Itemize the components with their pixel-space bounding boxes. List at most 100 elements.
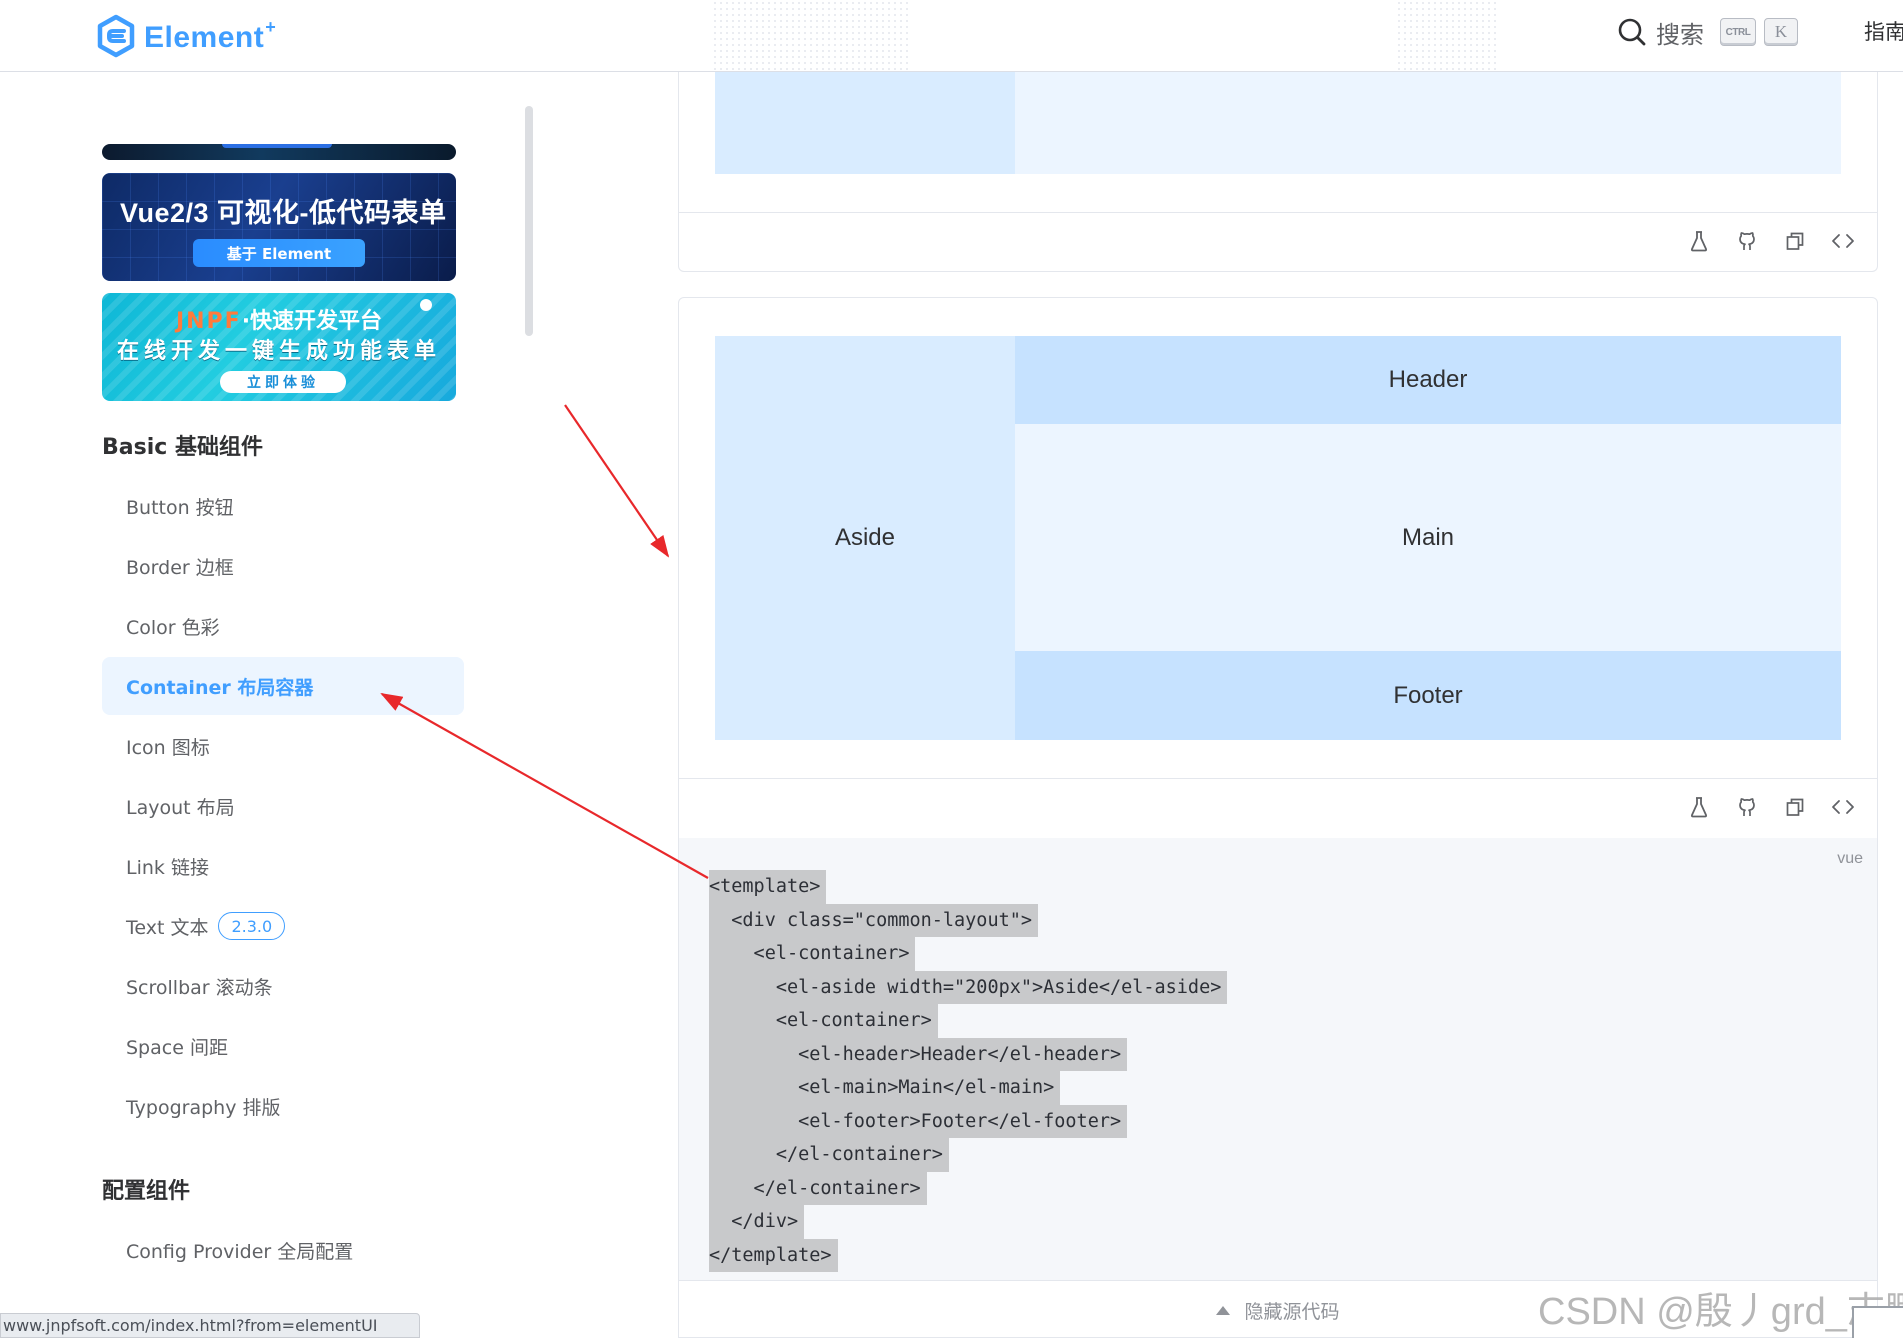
sidebar-item-label: Scrollbar 滚动条 (126, 976, 273, 999)
corner-widget-icon[interactable] (1852, 1306, 1903, 1338)
element-plus-logo[interactable]: Element+ (96, 10, 276, 62)
code-line: <el-container> (709, 1004, 1227, 1038)
sidebar-item-label: Container 布局容器 (126, 676, 314, 699)
playground-icon[interactable] (1687, 229, 1711, 253)
code-line: <el-main>Main</el-main> (709, 1071, 1227, 1105)
demo-card-previous (678, 72, 1878, 272)
logo-text: Element (144, 21, 265, 54)
code-text: <template> (709, 870, 827, 904)
sidebar-item-label: Color 色彩 (126, 616, 220, 639)
group-title-basic: Basic 基础组件 (102, 435, 263, 460)
code-line: <el-container> (709, 937, 1227, 971)
code-icon[interactable] (1831, 229, 1855, 253)
demo-main-strip (1015, 72, 1841, 174)
code-text: <el-main>Main</el-main> (709, 1071, 1061, 1105)
banner-brand: JNPF (175, 309, 242, 334)
code-line: <el-header>Header</el-header> (709, 1037, 1227, 1071)
sidebar-scrollbar[interactable] (525, 106, 533, 336)
copy-icon[interactable] (1783, 229, 1807, 253)
sidebar-item-space[interactable]: Space 间距 (102, 1017, 464, 1075)
code-text: <el-aside width="200px">Aside</el-aside> (709, 970, 1228, 1004)
code-text: </el-container> (709, 1138, 949, 1172)
code-line: </div> (709, 1205, 1227, 1239)
code-line: </el-container> (709, 1138, 1227, 1172)
top-navbar: Element+ 搜索 CTRL K 指南 (0, 0, 1903, 72)
csdn-watermark: CSDN @殷丿grd_志鹏 (1538, 1291, 1903, 1333)
code-line: <el-footer>Footer</el-footer> (709, 1104, 1227, 1138)
sidebar-item-label: Link 链接 (126, 856, 209, 879)
sidebar-item-button[interactable]: Button 按钮 (102, 477, 464, 535)
sidebar-item-label: Config Provider 全局配置 (126, 1240, 354, 1263)
sidebar-item-label: Space 间距 (126, 1036, 228, 1059)
logo-plus: + (265, 17, 277, 37)
code-line: </el-container> (709, 1171, 1227, 1205)
sidebar-item-label: Button 按钮 (126, 496, 234, 519)
demo-card-container: Aside Header Main Footer vue <template> … (678, 297, 1878, 1338)
code-text: <el-header>Header</el-header> (709, 1037, 1128, 1071)
banner-button: 基于 Element (193, 239, 365, 267)
code-line: </template> (709, 1238, 1227, 1272)
container-layout-demo: Aside Header Main Footer (715, 336, 1841, 740)
demo-actions-bar (679, 778, 1877, 838)
code-text: <el-footer>Footer</el-footer> (709, 1104, 1128, 1138)
banner-subtitle: ·快速开发平台 (241, 309, 383, 334)
sidebar-item-label: Text 文本 (126, 916, 209, 939)
copy-icon[interactable] (1783, 795, 1807, 819)
code-line: <template> (709, 870, 1227, 904)
code-line: <el-aside width="200px">Aside</el-aside> (709, 970, 1228, 1004)
sidebar-ad-banner-1[interactable] (102, 144, 456, 160)
sidebar-item-link[interactable]: Link 链接 (102, 837, 464, 895)
demo-actions-bar (679, 212, 1877, 272)
code-text: <div class="common-layout"> (709, 903, 1039, 937)
annotation-arrow-to-demo (564, 404, 670, 558)
version-badge: 2.3.0 (218, 912, 286, 940)
sidebar: Vue2/3 可视化-低代码表单 基于 Element JNPF·快速开发平台 … (0, 72, 540, 1338)
hide-source-label: 隐藏源代码 (1244, 1301, 1340, 1323)
code-text: </el-container> (709, 1171, 927, 1205)
sidebar-item-label: Icon 图标 (126, 736, 210, 759)
nav-link-guide[interactable]: 指南 (1864, 16, 1903, 46)
sidebar-item-border[interactable]: Border 边框 (102, 537, 464, 595)
code-text: </div> (709, 1205, 805, 1239)
sidebar-item-scrollbar[interactable]: Scrollbar 滚动条 (102, 957, 464, 1015)
sidebar-item-label: Layout 布局 (126, 796, 235, 819)
code-language-label: vue (1837, 850, 1863, 867)
demo-header: Header (1015, 336, 1841, 424)
sidebar-ad-banner-jnpf[interactable]: JNPF·快速开发平台 在线开发一键生成功能表单 立即体验 (102, 293, 456, 401)
shortcut-k-key: K (1764, 18, 1798, 46)
navbar-dot-pattern (712, 0, 908, 70)
code-lines: <template> <div class="common-layout"> <… (709, 870, 1228, 1272)
sidebar-item-icon[interactable]: Icon 图标 (102, 717, 464, 775)
demo-aside: Aside (715, 336, 1015, 740)
github-icon[interactable] (1735, 795, 1759, 819)
caret-up-icon (1216, 1306, 1231, 1315)
github-icon[interactable] (1735, 229, 1759, 253)
sidebar-item-typography[interactable]: Typography 排版 (102, 1077, 464, 1135)
shortcut-ctrl-key: CTRL (1720, 18, 1756, 46)
playground-icon[interactable] (1687, 795, 1711, 819)
code-text: <el-container> (709, 937, 916, 971)
code-icon[interactable] (1831, 795, 1855, 819)
sidebar-item-label: Border 边框 (126, 556, 234, 579)
code-text: </template> (709, 1238, 838, 1272)
source-code-block[interactable]: vue <template> <div class="common-layout… (679, 838, 1877, 1280)
code-text: <el-container> (709, 1004, 938, 1038)
banner-slogan: 在线开发一键生成功能表单 (116, 338, 441, 364)
search-label: 搜索 (1656, 20, 1704, 49)
search-button[interactable]: 搜索 CTRL K (1616, 12, 1798, 52)
demo-footer: Footer (1015, 651, 1841, 740)
sidebar-item-text[interactable]: Text 文本 2.3.0 (102, 897, 464, 955)
search-icon (1618, 18, 1646, 46)
sidebar-item-layout[interactable]: Layout 布局 (102, 777, 464, 835)
group-title-config: 配置组件 (102, 1179, 191, 1204)
browser-status-url: www.jnpfsoft.com/index.html?from=element… (0, 1313, 420, 1338)
sidebar-item-config-provider[interactable]: Config Provider 全局配置 (102, 1221, 464, 1279)
sidebar-item-container[interactable]: Container 布局容器 (102, 657, 464, 715)
sidebar-ad-banner-vue-form[interactable]: Vue2/3 可视化-低代码表单 基于 Element (102, 173, 456, 281)
demo-aside-strip (715, 72, 1015, 174)
navbar-dot-pattern-2 (1396, 0, 1500, 70)
sidebar-item-label: Typography 排版 (126, 1096, 281, 1119)
banner-title: Vue2/3 可视化-低代码表单 (120, 198, 447, 228)
demo-main: Main (1015, 424, 1841, 651)
sidebar-item-color[interactable]: Color 色彩 (102, 597, 464, 655)
